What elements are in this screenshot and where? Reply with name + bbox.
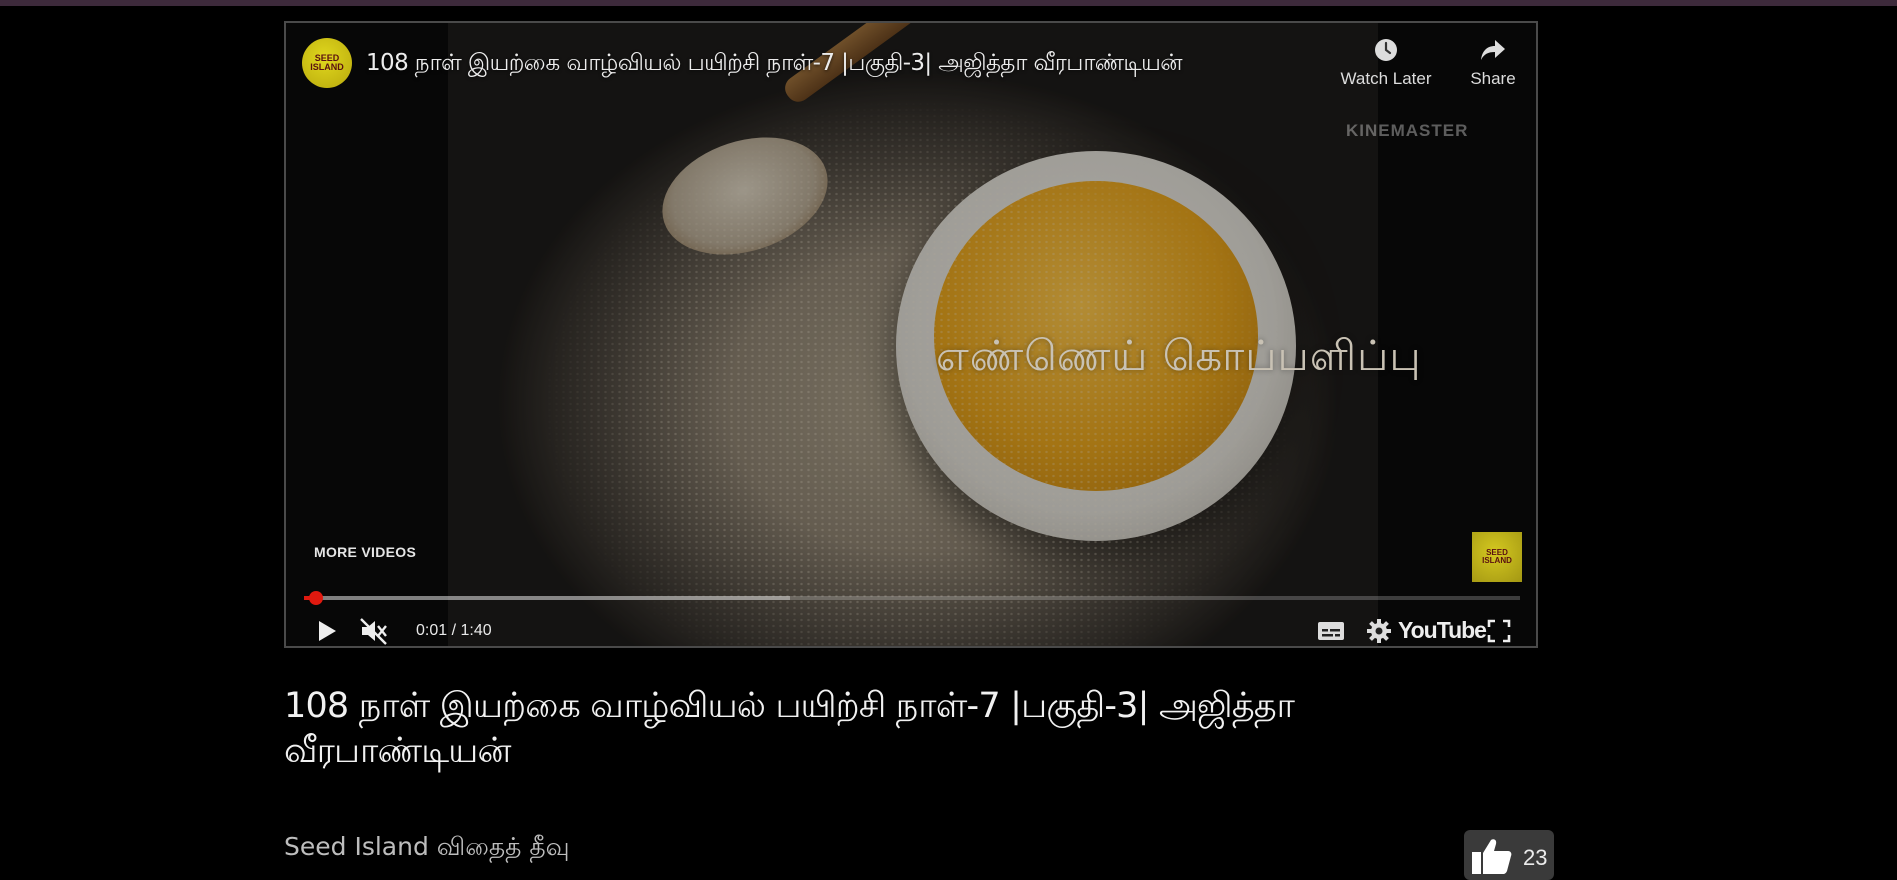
time-display: 0:01 / 1:40 — [416, 622, 492, 639]
progress-buffered — [304, 596, 791, 600]
control-bar: 0:01 / 1:40 YouTube — [286, 613, 1536, 646]
share-arrow-icon — [1481, 40, 1505, 60]
channel-logo[interactable]: SEED ISLAND — [302, 38, 352, 88]
video-player[interactable]: எண்ணெய் கொப்பளிப்பு SEED ISLAND 108 நாள்… — [284, 21, 1538, 648]
watch-later-button[interactable]: Watch Later — [1331, 37, 1441, 89]
watch-later-label: Watch Later — [1340, 69, 1432, 88]
more-videos-button[interactable]: MORE VIDEOS — [314, 544, 416, 560]
muted-volume-icon — [360, 618, 387, 645]
player-title[interactable]: 108 நாள் இயற்கை வாழ்வியல் பயிற்சி நாள்-7… — [366, 50, 1183, 79]
top-strip — [0, 0, 1897, 6]
fullscreen-icon — [1487, 619, 1511, 643]
play-button[interactable] — [312, 613, 342, 646]
like-count: 23 — [1523, 845, 1548, 870]
play-icon — [319, 621, 336, 641]
clock-icon — [1375, 39, 1397, 61]
kinemaster-watermark: KINEMASTER — [1346, 121, 1469, 140]
progress-bar[interactable] — [304, 591, 1520, 605]
subtitles-icon — [1318, 622, 1344, 640]
subtitles-button[interactable] — [1314, 613, 1348, 646]
thumbs-up-icon — [1472, 839, 1512, 874]
gear-icon — [1367, 619, 1391, 643]
video-title: 108 நாள் இயற்கை வாழ்வியல் பயிற்சி நாள்-7… — [284, 686, 1295, 771]
share-button[interactable]: Share — [1453, 37, 1533, 89]
channel-name[interactable]: Seed Island விதைத் தீவு — [284, 832, 570, 865]
settings-button[interactable] — [1362, 613, 1396, 646]
channel-watermark-logo[interactable]: SEED ISLAND — [1472, 532, 1522, 582]
fullscreen-button[interactable] — [1482, 613, 1516, 646]
mute-button[interactable] — [356, 613, 392, 646]
video-caption: எண்ணெய் கொப்பளிப்பு — [936, 331, 1422, 380]
like-button[interactable]: 23 — [1464, 830, 1554, 880]
share-label: Share — [1470, 69, 1516, 88]
youtube-logo[interactable]: YouTube — [1398, 617, 1487, 644]
